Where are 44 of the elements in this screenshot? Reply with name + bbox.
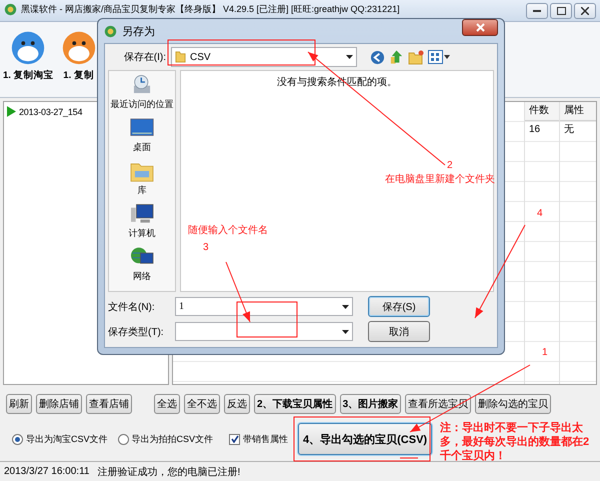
file-name-field[interactable]: 1	[175, 297, 353, 316]
action-button[interactable]: 删除勾选的宝贝	[475, 394, 552, 414]
dialog-title: 另存为	[122, 24, 156, 38]
step-number: 2	[447, 160, 453, 171]
table-cell-text: 无	[563, 123, 575, 137]
column-header[interactable]: 件数	[525, 102, 559, 121]
export-button[interactable]: 4、导出勾选的宝贝(CSV)	[298, 423, 432, 455]
action-button[interactable]: 反选	[224, 394, 250, 414]
action-button[interactable]: 删除店铺	[36, 394, 82, 414]
table-cell-text: 16	[528, 123, 542, 137]
place-label[interactable]: 网络	[133, 270, 151, 283]
column-header[interactable]: 属性	[560, 102, 596, 121]
step-number: 3	[203, 242, 209, 253]
action-button[interactable]: 3、图片搬家	[340, 394, 402, 414]
tool-label[interactable]: 1. 复制淘宝	[3, 69, 54, 82]
checkbox-label[interactable]: 带销售属性	[243, 432, 288, 446]
status-time: 2013/3/27 16:00:11	[4, 466, 90, 477]
status-message: 注册验证成功，您的电脑已注册!	[97, 466, 240, 478]
step-number: 4	[537, 208, 543, 219]
radio-label[interactable]: 导出为淘宝CSV文件	[26, 432, 108, 446]
save-button[interactable]: 保存(S)	[368, 296, 430, 317]
place-label[interactable]: 桌面	[133, 141, 151, 154]
place-label[interactable]: 最近访问的位置	[110, 98, 174, 111]
action-button[interactable]: 查看所选宝贝	[405, 394, 472, 414]
window-title: 黑谍软件 - 网店搬家/商品宝贝复制专家【终身版】 V4.29.5 [已注册] [旺旺:greathjw QQ:231221]	[21, 3, 401, 16]
tool-label[interactable]: 1. 复制	[63, 69, 94, 82]
tree-item[interactable]: 2013-03-27_154	[19, 106, 82, 116]
step-number: 1	[542, 347, 548, 358]
cancel-button[interactable]: 取消	[368, 321, 430, 342]
action-button[interactable]: 刷新	[6, 394, 32, 414]
place-label[interactable]: 库	[138, 184, 146, 197]
save-in-dropdown[interactable]: CSV	[171, 47, 357, 67]
file-type-label: 保存类型(T):	[108, 326, 165, 338]
annotation-note: 注：导出时不要一下子导出太多，最好每次导出的数量都在2千个宝贝内！	[440, 421, 590, 463]
annotation-text: 在电脑盘里新建个文件夹	[385, 172, 495, 186]
radio-label[interactable]: 导出为拍拍CSV文件	[132, 432, 214, 446]
action-button[interactable]: 全不选	[184, 394, 220, 414]
action-button[interactable]: 2、下载宝贝属性	[254, 394, 336, 414]
save-in-label: 保存在(I):	[122, 51, 166, 64]
place-label[interactable]: 计算机	[128, 227, 156, 240]
action-button[interactable]: 全选	[154, 394, 180, 414]
file-name-label: 文件名(N):	[108, 300, 156, 314]
annotation-text: 随便输入个文件名	[188, 224, 268, 237]
action-button[interactable]: 查看店铺	[86, 394, 132, 414]
